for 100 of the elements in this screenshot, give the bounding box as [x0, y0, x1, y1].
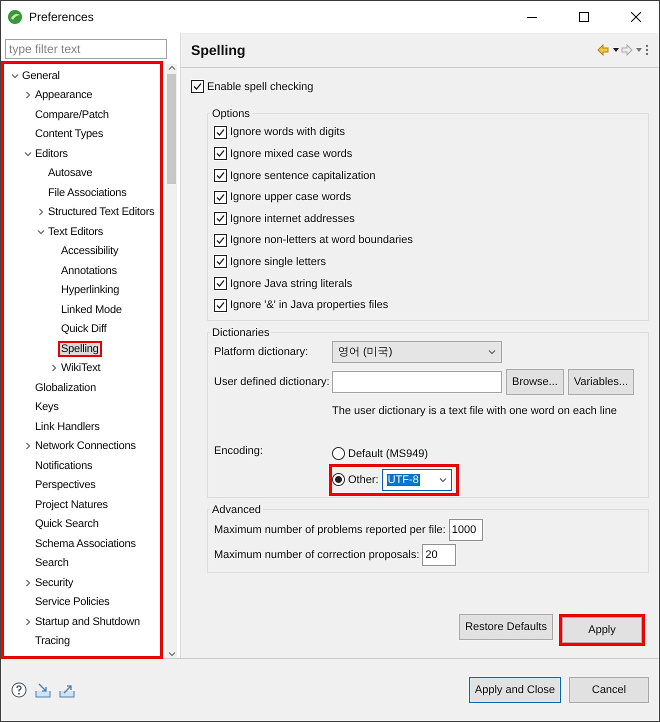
checkbox-label: Ignore Java string literals — [230, 278, 352, 290]
tree-item[interactable]: General — [21, 70, 61, 82]
field-label: User defined dictionary: — [214, 376, 331, 388]
tree-item[interactable]: Link Handlers — [34, 420, 101, 433]
tree-item[interactable]: Spelling — [60, 342, 100, 355]
checkbox[interactable] — [214, 190, 227, 204]
scroll-down-icon[interactable] — [168, 650, 176, 658]
field-label: Maximum number of problems reported per file: — [214, 524, 446, 536]
restore-defaults-button[interactable]: Restore Defaults — [459, 614, 553, 640]
checkbox[interactable] — [214, 277, 227, 290]
tree-item[interactable]: Structured Text Editors — [47, 206, 156, 218]
tree-item[interactable]: Editors — [34, 148, 69, 160]
tree-item[interactable]: WikiText — [60, 362, 102, 374]
tree-item[interactable]: File Associations — [47, 186, 128, 199]
tree-item[interactable]: Linked Mode — [60, 304, 123, 316]
tree-item[interactable]: Quick Search — [34, 518, 100, 530]
tree-item[interactable]: Security — [34, 576, 74, 589]
tree-item[interactable]: Quick Diff — [60, 323, 108, 336]
checkbox-label: Ignore sentence capitalization — [230, 170, 376, 182]
scrollbar-thumb[interactable] — [167, 74, 176, 184]
back-icon[interactable] — [597, 44, 621, 56]
tree-item[interactable]: Project Natures — [34, 498, 109, 511]
checkbox[interactable] — [214, 147, 227, 160]
scrollbar[interactable] — [166, 64, 177, 658]
tree-item[interactable]: Startup and Shutdown — [34, 616, 141, 628]
group-title: Dictionaries — [211, 326, 270, 339]
checkbox-label: Ignore mixed case words — [230, 148, 352, 160]
encoding-dropdown[interactable]: UTF-8 — [382, 468, 452, 491]
chevron-right-icon[interactable] — [24, 578, 32, 587]
chevron-down-icon[interactable] — [24, 150, 32, 158]
more-icon[interactable] — [645, 44, 649, 56]
checkbox-label: Enable spell checking — [207, 80, 314, 93]
tree-item[interactable]: Perspectives — [34, 479, 97, 492]
tree-item[interactable]: Tracing — [34, 635, 71, 648]
tree-item[interactable]: Text Editors — [47, 226, 104, 238]
dictionary-path-field[interactable] — [332, 370, 502, 393]
tree-item[interactable]: Notifications — [34, 460, 94, 472]
checkbox-label: Ignore words with digits — [230, 126, 345, 138]
number-field[interactable]: 1000 — [448, 519, 483, 542]
checkbox-label: Ignore '&' in Java properties files — [230, 299, 388, 312]
filter-field[interactable]: type filter text — [5, 39, 167, 59]
tree-item[interactable]: Search — [34, 557, 70, 570]
tree-item[interactable]: Content Types — [34, 128, 104, 140]
window-title: Preferences — [29, 10, 95, 24]
minimize-icon[interactable] — [527, 16, 537, 18]
tree-item[interactable]: Annotations — [60, 264, 118, 277]
page-title: Spelling — [191, 42, 246, 58]
help-icon[interactable] — [11, 682, 27, 698]
checkbox[interactable] — [214, 126, 227, 139]
chevron-down-icon[interactable] — [37, 228, 45, 236]
checkbox[interactable] — [191, 80, 204, 94]
apply-button[interactable]: Apply — [562, 617, 642, 643]
chevron-right-icon[interactable] — [24, 618, 32, 626]
radio-label: Default (MS949) — [348, 448, 428, 460]
cancel-button[interactable]: Cancel — [569, 677, 649, 703]
checkbox[interactable] — [214, 169, 227, 182]
checkbox[interactable] — [214, 234, 227, 247]
apply-and-close-button[interactable]: Apply and Close — [468, 677, 561, 703]
field-label: Encoding: — [214, 444, 264, 457]
chevron-right-icon[interactable] — [24, 91, 32, 100]
checkbox-label: Ignore single letters — [230, 256, 326, 268]
app-icon — [7, 9, 23, 25]
dictionary-dropdown[interactable]: 영어 (미국) — [332, 340, 502, 363]
checkbox[interactable] — [214, 212, 227, 226]
tree-item[interactable]: Network Connections — [34, 440, 137, 452]
chevron-right-icon[interactable] — [24, 442, 32, 450]
radio-button[interactable] — [332, 473, 345, 486]
chevron-right-icon[interactable] — [50, 364, 58, 372]
number-field[interactable]: 20 — [422, 544, 456, 566]
tree-item[interactable]: Service Policies — [34, 596, 110, 608]
tree-item[interactable]: Accessibility — [60, 245, 120, 258]
checkbox[interactable] — [214, 298, 227, 312]
tree-item[interactable]: Schema Associations — [34, 538, 137, 550]
group-title: Advanced — [211, 504, 262, 516]
browse-button[interactable]: Browse... — [506, 368, 564, 395]
checkbox-label: Ignore non-letters at word boundaries — [230, 234, 413, 246]
tree-item[interactable]: Autosave — [47, 167, 94, 180]
chevron-down-icon[interactable] — [488, 348, 496, 356]
variables-button[interactable]: Variables... — [568, 368, 634, 395]
chevron-down-icon[interactable] — [438, 476, 447, 484]
checkbox[interactable] — [214, 255, 227, 268]
field-label: Platform dictionary: — [214, 346, 310, 358]
maximize-icon[interactable] — [579, 12, 589, 22]
close-icon[interactable] — [631, 12, 641, 22]
forward-icon[interactable] — [621, 44, 645, 56]
tree-item[interactable]: Hyperlinking — [60, 284, 120, 296]
radio-label: Other: — [348, 474, 379, 486]
radio-button[interactable] — [332, 447, 345, 460]
field-label: Maximum number of correction proposals: — [214, 549, 420, 562]
chevron-right-icon[interactable] — [37, 208, 45, 216]
tree-item[interactable]: Globalization — [34, 382, 97, 394]
hint-text: The user dictionary is a text file with one word on each line — [332, 404, 618, 419]
import-icon[interactable] — [35, 682, 51, 698]
tree-item[interactable]: Appearance — [34, 89, 94, 102]
scroll-up-icon[interactable] — [168, 64, 176, 72]
tree-item[interactable]: Keys — [34, 401, 60, 414]
tree-item[interactable]: Compare/Patch — [34, 108, 110, 121]
checkbox-label: Ignore internet addresses — [230, 212, 355, 225]
chevron-down-icon[interactable] — [11, 72, 19, 80]
group-title: Options — [211, 108, 251, 120]
